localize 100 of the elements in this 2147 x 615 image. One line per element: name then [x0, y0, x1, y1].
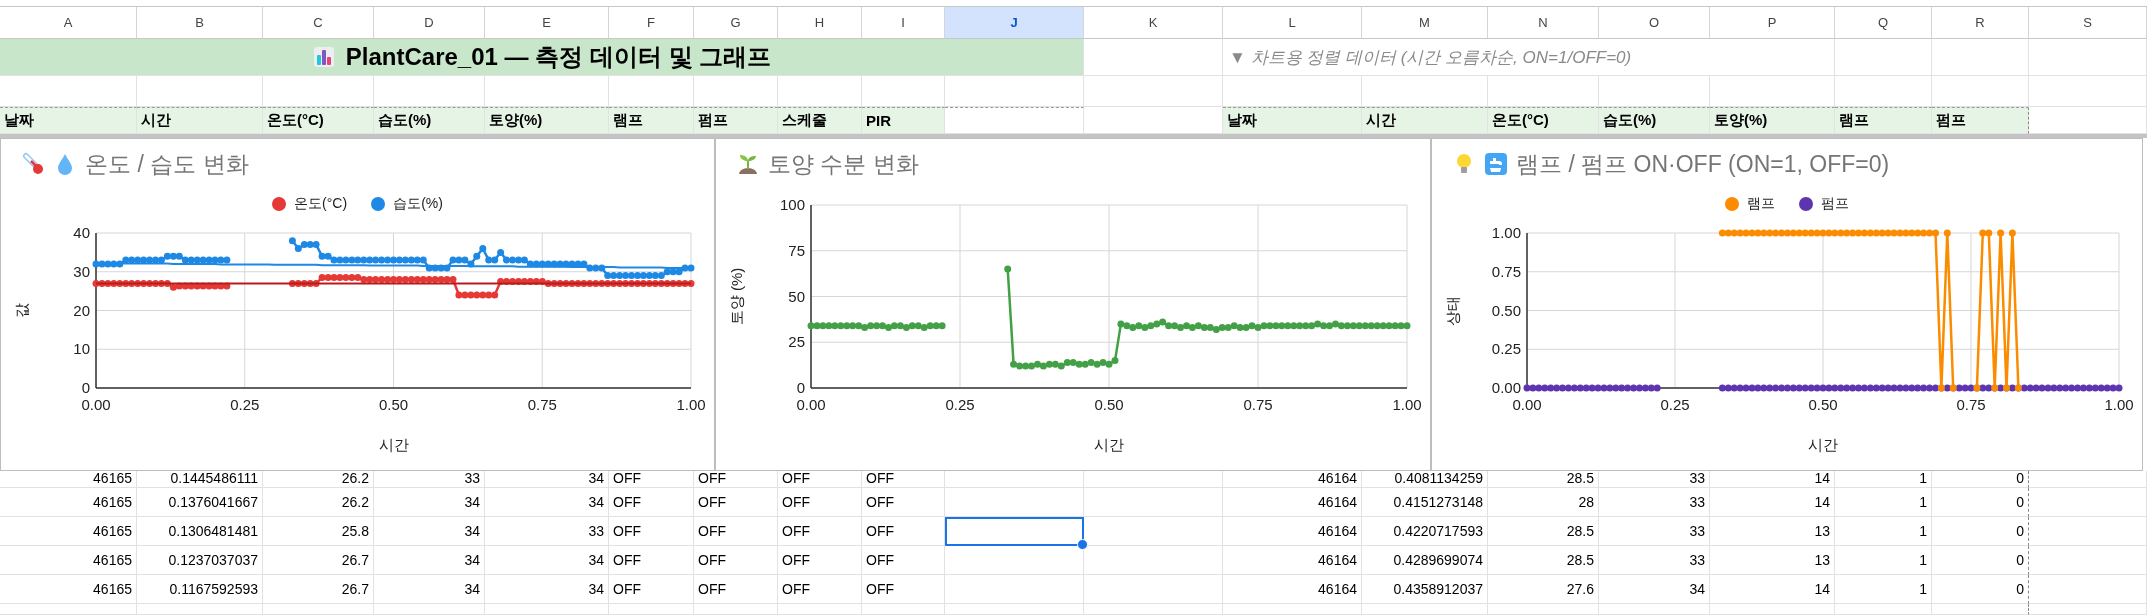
- table-cell: 46165: [0, 517, 137, 546]
- column-header[interactable]: S: [2029, 7, 2147, 39]
- table-cell: 0.1306481481: [137, 517, 263, 546]
- legend-label: 온도(°C): [294, 195, 348, 213]
- table-cell: 1: [1835, 517, 1932, 546]
- column-header[interactable]: H: [778, 7, 862, 39]
- table-cell: 1: [1835, 471, 1932, 488]
- column-header[interactable]: D: [374, 7, 485, 39]
- axis-tick-label: 0.75: [1243, 396, 1273, 413]
- table-cell: 0.1237037037: [137, 546, 263, 575]
- axis-title: 토양 (%): [728, 267, 745, 326]
- header-cell: 날짜: [1223, 107, 1362, 134]
- axis-tick-label: 0.25: [1660, 396, 1690, 413]
- header-cell: 습도(%): [1599, 107, 1710, 134]
- axis-tick-label: 20: [73, 301, 90, 319]
- column-header[interactable]: O: [1599, 7, 1710, 39]
- header-cell: 램프: [1835, 107, 1932, 134]
- table-cell: OFF: [778, 575, 862, 604]
- axis-tick-label: 10: [73, 340, 90, 358]
- table-cell: 46165: [0, 488, 137, 517]
- header-cell: 날짜: [0, 107, 137, 134]
- column-header[interactable]: R: [1932, 7, 2029, 39]
- axis-tick-label: 0.25: [230, 396, 260, 413]
- table-cell: 33: [1599, 488, 1710, 517]
- table-cell: 13: [1710, 517, 1835, 546]
- sheet-title: PlantCare_01 — 측정 데이터 및 그래프: [345, 42, 772, 72]
- column-header[interactable]: P: [1710, 7, 1835, 39]
- axis-tick-label: 1.00: [2104, 396, 2134, 413]
- table-cell: 25.8: [263, 517, 374, 546]
- header-cell: 램프: [609, 107, 694, 134]
- table-cell: 26.2: [263, 471, 374, 488]
- axis-tick-label: 0.75: [527, 396, 557, 413]
- table-cell: OFF: [694, 488, 778, 517]
- table-cell: 34: [485, 575, 609, 604]
- table-cell: 34: [374, 546, 485, 575]
- header-cell: 펌프: [1932, 107, 2029, 134]
- legend-label: 펌프: [1821, 195, 1849, 213]
- table-cell: 46164: [1223, 517, 1362, 546]
- table-cell: 13: [1710, 546, 1835, 575]
- table-cell: 28.5: [1488, 471, 1599, 488]
- axis-tick-label: 0.00: [81, 396, 111, 413]
- header-cell: 펌프: [694, 107, 778, 134]
- table-cell: 46164: [1223, 575, 1362, 604]
- table-cell: OFF: [778, 488, 862, 517]
- table-cell: 34: [374, 488, 485, 517]
- axis-tick-label: 1.00: [1392, 396, 1422, 413]
- table-cell: 46164: [1223, 471, 1362, 488]
- axis-tick-label: 75: [788, 241, 805, 259]
- column-header[interactable]: F: [609, 7, 694, 39]
- axis-tick-label: 100: [779, 196, 805, 213]
- table-cell: 0.1167592593: [137, 575, 263, 604]
- table-cell: 34: [374, 517, 485, 546]
- table-cell: 28: [1488, 488, 1599, 517]
- table-cell: OFF: [694, 517, 778, 546]
- column-header[interactable]: E: [485, 7, 609, 39]
- table-cell: 33: [1599, 546, 1710, 575]
- column-header[interactable]: B: [137, 7, 263, 39]
- table-cell: 46164: [1223, 488, 1362, 517]
- column-header[interactable]: I: [862, 7, 945, 39]
- table-cell: 46165: [0, 575, 137, 604]
- column-header[interactable]: J: [945, 7, 1084, 39]
- table-cell: 33: [1599, 517, 1710, 546]
- axis-tick-label: 0.50: [1491, 301, 1521, 319]
- table-cell: 46165: [0, 546, 137, 575]
- axis-title: 상태: [1444, 295, 1461, 326]
- table-cell: OFF: [694, 471, 778, 488]
- legend-label: 습도(%): [393, 195, 443, 213]
- table-cell: 34: [485, 546, 609, 575]
- table-cell: 14: [1710, 488, 1835, 517]
- header-cell: 토양(%): [1710, 107, 1835, 134]
- table-cell: 0: [1932, 471, 2029, 488]
- column-header[interactable]: Q: [1835, 7, 1932, 39]
- axis-tick-label: 0.50: [378, 396, 409, 413]
- column-header[interactable]: A: [0, 7, 137, 39]
- table-cell: 34: [485, 471, 609, 488]
- column-header[interactable]: N: [1488, 7, 1599, 39]
- column-header[interactable]: M: [1362, 7, 1488, 39]
- column-header[interactable]: L: [1223, 7, 1362, 39]
- table-cell: 26.2: [263, 488, 374, 517]
- table-cell: OFF: [694, 575, 778, 604]
- column-header[interactable]: G: [694, 7, 778, 39]
- header-cell: 온도(°C): [263, 107, 374, 134]
- table-cell: 33: [1599, 471, 1710, 488]
- column-header[interactable]: K: [1084, 7, 1223, 39]
- axis-tick-label: 0.75: [1956, 396, 1986, 413]
- table-cell: OFF: [862, 575, 945, 604]
- header-cell: 습도(%): [374, 107, 485, 134]
- table-cell: OFF: [778, 517, 862, 546]
- table-cell: 34: [485, 488, 609, 517]
- table-cell: OFF: [694, 546, 778, 575]
- axis-tick-label: 30: [73, 262, 90, 280]
- chart-title: 온도 / 습도 변화: [85, 149, 249, 179]
- table-cell: 46164: [1223, 546, 1362, 575]
- table-cell: 1: [1835, 546, 1932, 575]
- axis-title: 시간: [1094, 436, 1124, 453]
- table-cell: OFF: [609, 517, 694, 546]
- column-header[interactable]: C: [263, 7, 374, 39]
- axis-tick-label: 0: [81, 379, 90, 396]
- table-cell: 28.5: [1488, 546, 1599, 575]
- axis-tick-label: 0.50: [1808, 396, 1838, 413]
